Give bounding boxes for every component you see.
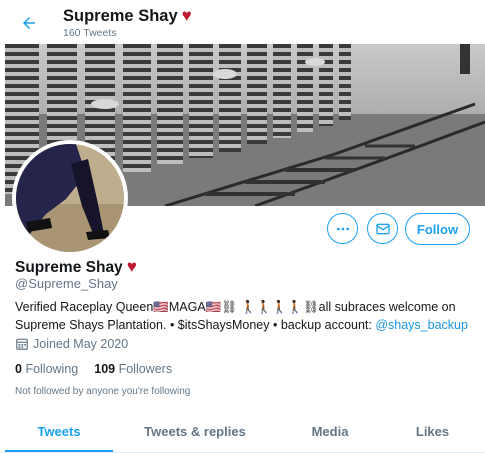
- follow-stats: 0 Following 109 Followers: [15, 362, 172, 376]
- tab-tweets[interactable]: Tweets: [5, 412, 113, 451]
- envelope-icon: [375, 223, 390, 234]
- tab-tweets-replies[interactable]: Tweets & replies: [120, 412, 270, 451]
- followers-count: 109: [94, 362, 116, 376]
- heart-icon: ♥: [181, 6, 192, 25]
- followers-link[interactable]: 109 Followers: [94, 362, 172, 376]
- heart-icon: ♥: [126, 257, 137, 276]
- followers-label: Followers: [118, 362, 173, 376]
- following-count: 0: [15, 362, 22, 376]
- profile-bio: Verified Raceplay Queen🇺🇸MAGA🇺🇸⛓ 🚶🏿🚶🏿🚶🏿🚶…: [15, 298, 470, 334]
- tab-media[interactable]: Media: [275, 412, 385, 451]
- profile-name: Supreme Shay ♥: [15, 258, 137, 277]
- back-arrow-icon: [23, 17, 35, 29]
- profile-handle: @Supreme_Shay: [15, 276, 118, 291]
- tab-likes[interactable]: Likes: [385, 412, 480, 451]
- profile-display-name: Supreme Shay: [15, 259, 123, 276]
- calendar-icon: [16, 338, 28, 350]
- profile-header: Supreme Shay ♥ 160 Tweets: [0, 0, 485, 44]
- more-button[interactable]: [327, 213, 358, 244]
- back-button[interactable]: [16, 10, 42, 36]
- tweet-count: 160 Tweets: [63, 27, 117, 39]
- avatar-photo: [16, 144, 124, 252]
- joined-text: Joined May 2020: [33, 337, 129, 351]
- following-label: Following: [25, 362, 79, 376]
- bio-link[interactable]: @shays_backup: [375, 318, 468, 332]
- follow-button[interactable]: Follow: [405, 213, 470, 245]
- more-dots-icon: [336, 227, 349, 230]
- avatar[interactable]: [12, 140, 128, 256]
- header-title: Supreme Shay ♥: [63, 6, 192, 26]
- not-followed-note: Not followed by anyone you're following: [15, 386, 191, 397]
- profile-tabs: Tweets Tweets & replies Media Likes: [0, 412, 485, 453]
- message-button[interactable]: [367, 213, 398, 244]
- header-name: Supreme Shay: [63, 7, 178, 25]
- following-link[interactable]: 0 Following: [15, 362, 78, 376]
- join-date: Joined May 2020: [15, 337, 128, 351]
